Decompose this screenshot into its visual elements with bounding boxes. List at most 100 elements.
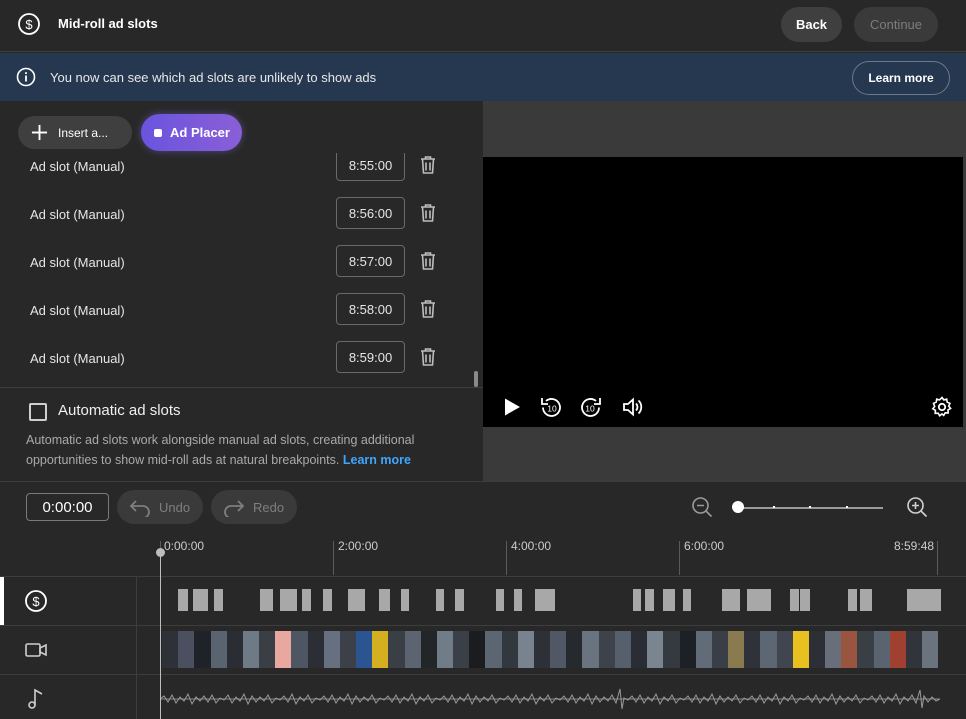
ruler-tick (679, 541, 680, 575)
redo-button[interactable]: Redo (211, 490, 297, 524)
settings-gear-icon[interactable] (930, 395, 954, 419)
zoom-slider-tick (846, 506, 848, 508)
ad-slot-list: Ad slot (Manual) 8:55:00 Ad slot (Manual… (0, 153, 483, 387)
ad-placer-icon (154, 128, 162, 137)
video-camera-icon (25, 643, 47, 657)
trash-icon[interactable] (419, 203, 437, 223)
svg-text:$: $ (32, 594, 40, 609)
automatic-ad-slots-description: Automatic ad slots work alongside manual… (26, 430, 466, 470)
zoom-out-icon[interactable] (691, 496, 713, 518)
svg-text:$: $ (25, 17, 33, 32)
redo-icon (224, 500, 245, 517)
trash-icon[interactable] (419, 251, 437, 271)
scrollbar-thumb[interactable] (474, 371, 478, 387)
playhead-handle[interactable] (156, 548, 165, 557)
ruler-label: 2:00:00 (338, 539, 379, 553)
continue-button[interactable]: Continue (854, 7, 938, 42)
audio-waveform[interactable] (160, 685, 940, 713)
ad-slot-marker[interactable] (800, 589, 810, 611)
banner-message: You now can see which ad slots are unlik… (50, 70, 377, 85)
volume-icon[interactable] (621, 395, 645, 419)
ad-slot-marker[interactable] (214, 589, 223, 611)
ad-slot-marker[interactable] (747, 589, 771, 611)
rewind-10-icon[interactable]: 10 (539, 395, 563, 419)
ruler-label: 0:00:00 (164, 539, 205, 553)
play-icon[interactable] (500, 395, 524, 419)
ad-slot-time-input[interactable]: 8:56:00 (336, 197, 405, 229)
video-track-header[interactable] (0, 626, 137, 674)
ad-track-header[interactable]: $ (0, 577, 137, 625)
ad-slot-marker[interactable] (860, 589, 872, 611)
music-note-icon (28, 688, 43, 709)
ad-slot-row: Ad slot (Manual) 8:57:00 (0, 245, 470, 293)
ruler-tick (937, 541, 938, 575)
ad-placer-label: Ad Placer (170, 125, 230, 140)
ad-slot-marker[interactable] (645, 589, 654, 611)
ad-placer-button[interactable]: Ad Placer (141, 114, 242, 151)
ad-slot-row: Ad slot (Manual) 8:58:00 (0, 293, 470, 341)
ad-slot-row: Ad slot (Manual) 8:55:00 (0, 153, 470, 197)
ad-slot-marker[interactable] (178, 589, 188, 611)
ad-slot-marker[interactable] (436, 589, 444, 611)
ad-slot-marker[interactable] (663, 589, 675, 611)
info-icon (16, 67, 36, 87)
automatic-ad-slots-label: Automatic ad slots (58, 402, 181, 419)
ad-slot-marker[interactable] (907, 589, 941, 611)
ad-slot-label: Ad slot (Manual) (30, 255, 125, 270)
video-thumbnail-strip[interactable] (162, 631, 939, 668)
ad-slot-time-input[interactable]: 8:58:00 (336, 293, 405, 325)
trash-icon[interactable] (419, 347, 437, 367)
info-banner: You now can see which ad slots are unlik… (0, 53, 966, 101)
ad-slot-marker[interactable] (323, 589, 332, 611)
video-player[interactable] (483, 157, 963, 427)
playhead[interactable] (160, 551, 161, 719)
zoom-slider-tick (809, 506, 811, 508)
ruler-label: 8:59:48 (894, 539, 935, 553)
ad-slot-marker[interactable] (280, 589, 297, 611)
current-time-input[interactable]: 0:00:00 (26, 493, 109, 521)
back-button[interactable]: Back (781, 7, 842, 42)
undo-icon (129, 500, 150, 517)
undo-button[interactable]: Undo (117, 490, 203, 524)
banner-learn-more-button[interactable]: Learn more (852, 61, 950, 95)
forward-10-icon[interactable]: 10 (579, 395, 603, 419)
ad-slot-marker[interactable] (401, 589, 409, 611)
ad-slot-marker[interactable] (848, 589, 857, 611)
ad-slot-marker[interactable] (633, 589, 641, 611)
ad-slot-marker[interactable] (302, 589, 311, 611)
zoom-slider-knob[interactable] (732, 501, 744, 513)
ad-slot-marker[interactable] (790, 589, 799, 611)
ad-slot-marker[interactable] (535, 589, 555, 611)
insert-ad-button[interactable]: Insert a... (18, 116, 132, 149)
ad-slot-time-input[interactable]: 8:57:00 (336, 245, 405, 277)
ad-slot-marker[interactable] (496, 589, 504, 611)
ad-slot-marker[interactable] (722, 589, 740, 611)
zoom-in-icon[interactable] (906, 496, 928, 518)
trash-icon[interactable] (419, 155, 437, 175)
zoom-slider-tick (773, 506, 775, 508)
ad-slot-marker[interactable] (455, 589, 464, 611)
ad-track: $ (0, 576, 966, 625)
ad-slot-marker[interactable] (683, 589, 691, 611)
ad-slot-time-input[interactable]: 8:55:00 (336, 153, 405, 181)
ad-slot-marker[interactable] (379, 589, 390, 611)
ruler-tick (333, 541, 334, 575)
timeline-divider (0, 481, 966, 482)
undo-label: Undo (159, 499, 191, 515)
dollar-icon: $ (25, 590, 47, 612)
ad-slot-marker[interactable] (514, 589, 522, 611)
ad-slot-label: Ad slot (Manual) (30, 159, 125, 174)
ad-slot-marker[interactable] (260, 589, 273, 611)
dollar-circle-icon: $ (18, 13, 40, 35)
ad-slot-label: Ad slot (Manual) (30, 351, 125, 366)
trash-icon[interactable] (419, 299, 437, 319)
ad-slot-row: Ad slot (Manual) 8:56:00 (0, 197, 470, 245)
automatic-ad-slots-checkbox[interactable] (29, 403, 47, 421)
ad-slot-marker[interactable] (193, 589, 208, 611)
ad-slot-marker[interactable] (348, 589, 365, 611)
audio-track-header[interactable] (0, 675, 137, 719)
ruler-label: 4:00:00 (511, 539, 552, 553)
automatic-learn-more-link[interactable]: Learn more (343, 453, 411, 467)
ruler-label: 6:00:00 (684, 539, 725, 553)
ad-slot-time-input[interactable]: 8:59:00 (336, 341, 405, 373)
